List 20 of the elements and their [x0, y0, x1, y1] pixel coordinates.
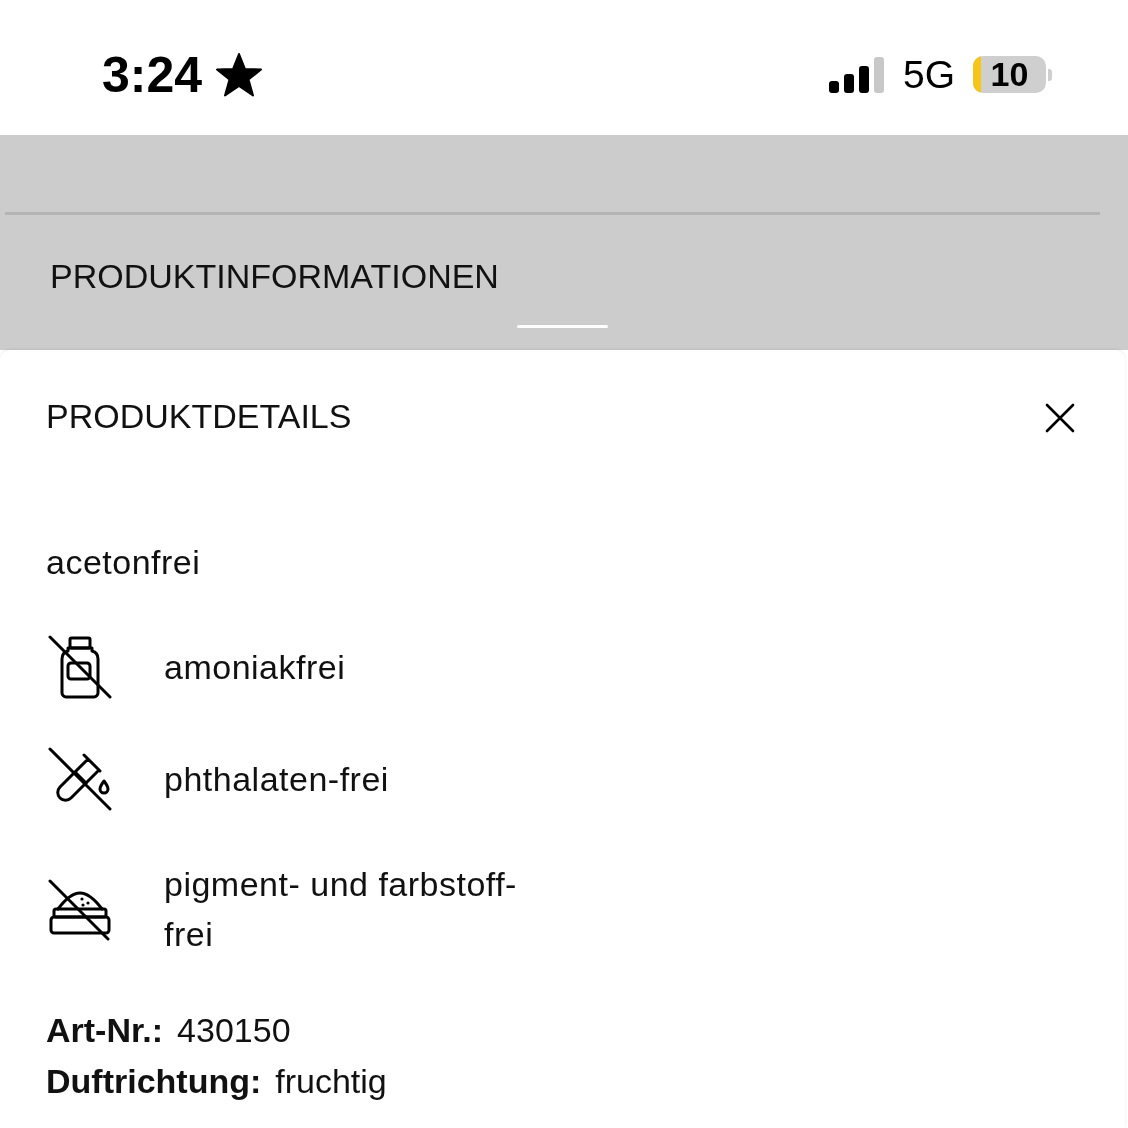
feature-label: pigment- und farbstoff-frei	[164, 864, 518, 955]
feature-label: phthalaten-frei	[164, 759, 389, 800]
crossed-test-tube-icon	[48, 747, 112, 811]
signal-icon	[828, 56, 885, 93]
spec-value: 430150	[177, 1010, 291, 1051]
star-icon	[216, 52, 263, 97]
close-icon	[1045, 403, 1075, 433]
status-time: 3:24	[102, 46, 203, 103]
crossed-bottle-icon	[48, 635, 112, 699]
crossed-powder-jar-icon	[48, 877, 112, 941]
spec-label: Art-Nr.:	[46, 1010, 164, 1051]
section-title: PRODUKTINFORMATIONEN	[50, 256, 499, 296]
feature-label: acetonfrei	[46, 542, 201, 583]
spec-label: Duftrichtung:	[46, 1061, 262, 1102]
spec-value: fruchtig	[275, 1061, 387, 1102]
sheet-title: PRODUKTDETAILS	[46, 398, 352, 434]
network-label: 5G	[902, 52, 955, 97]
battery-indicator: 10	[973, 56, 1052, 93]
feature-label: amoniakfrei	[164, 647, 346, 688]
close-button[interactable]	[1045, 403, 1075, 433]
